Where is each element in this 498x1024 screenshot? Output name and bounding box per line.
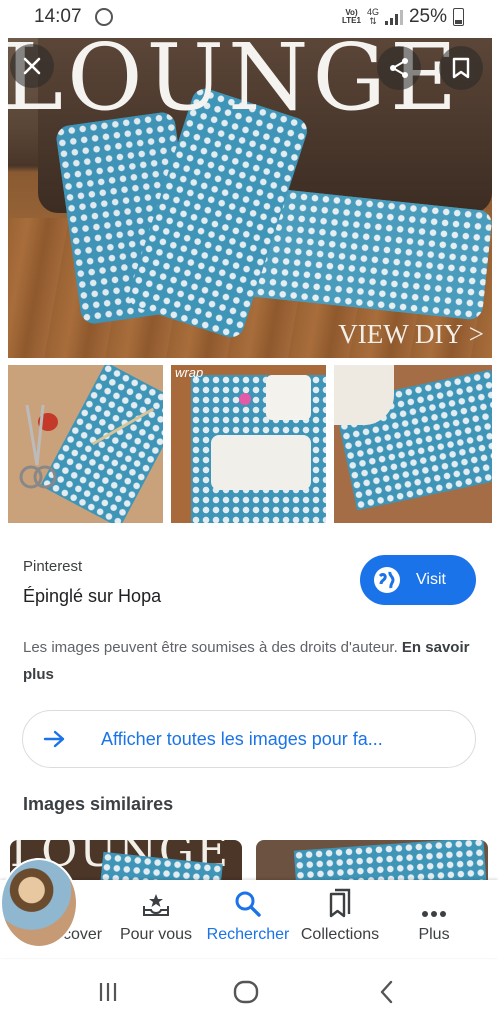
close-button[interactable] [10, 44, 54, 88]
visit-label: Visit [416, 571, 446, 588]
save-button[interactable] [439, 46, 483, 90]
nav-pour-vous[interactable]: Pour vous [110, 880, 202, 958]
thumbnail-pillow-closeup[interactable] [334, 365, 492, 523]
thumbnail-scissors[interactable] [8, 365, 163, 523]
view-diy-caption: VIEW DIY > [338, 319, 484, 349]
show-all-images-label: Afficher toutes les images pour fa... [101, 728, 383, 749]
recents-icon [99, 983, 117, 1001]
back-button[interactable] [374, 978, 398, 1006]
collections-icon [327, 880, 353, 918]
nav-collections[interactable]: Collections [294, 880, 386, 958]
status-bar: 14:07 Vo) LTE1 4G ⇅ 25% [0, 0, 498, 34]
pillow-insert [334, 365, 394, 425]
result-title[interactable]: Épinglé sur Hopa [23, 586, 161, 607]
visit-button[interactable]: Visit [360, 555, 476, 605]
messenger-icon [95, 8, 113, 26]
profile-avatar[interactable] [0, 858, 78, 948]
search-icon [234, 880, 262, 918]
main-image[interactable]: LOUNGE VIEW DIY > [8, 38, 492, 358]
nav-plus[interactable]: Plus [388, 880, 480, 958]
close-icon [23, 57, 41, 75]
system-navigation [0, 960, 498, 1024]
nav-label: Pour vous [119, 926, 193, 943]
pillow-insert [211, 435, 311, 490]
share-button[interactable] [377, 46, 421, 90]
home-button[interactable] [232, 978, 260, 1006]
show-all-images-button[interactable]: Afficher toutes les images pour fa... [22, 710, 476, 768]
thumbnail-label: wrap [175, 365, 204, 380]
volte-icon: Vo) LTE1 [341, 8, 361, 25]
source-name: Pinterest [23, 558, 83, 575]
nav-label: Rechercher [206, 926, 290, 943]
inbox-star-icon [141, 880, 171, 918]
network-type: 4G ⇅ [366, 7, 379, 26]
copyright-notice: Les images peuvent être soumises à des d… [23, 639, 470, 683]
status-indicators: Vo) LTE1 4G ⇅ 25% [342, 6, 464, 28]
nav-rechercher[interactable]: Rechercher [202, 880, 294, 958]
signal-icon [384, 9, 403, 25]
recents-button[interactable] [96, 978, 120, 1006]
home-icon [233, 980, 259, 1004]
battery-percent: 25% [408, 6, 447, 27]
thumbnail-wrap[interactable]: wrap [171, 365, 326, 523]
pillow-insert [266, 375, 311, 420]
globe-icon [374, 567, 400, 593]
similar-images-heading: Images similaires [23, 794, 174, 814]
share-icon [390, 58, 408, 78]
arrow-marker [239, 393, 251, 405]
hero-title: LOUNGE [8, 38, 462, 131]
nav-label: Collections [300, 926, 380, 943]
battery-icon [453, 8, 464, 26]
nav-label: Plus [418, 926, 450, 943]
arrow-right-icon [43, 730, 65, 748]
scissors-icon [19, 405, 57, 489]
status-time: 14:07 [34, 6, 82, 27]
bookmark-icon [452, 57, 470, 79]
back-icon [380, 980, 393, 1004]
more-icon [421, 880, 447, 918]
